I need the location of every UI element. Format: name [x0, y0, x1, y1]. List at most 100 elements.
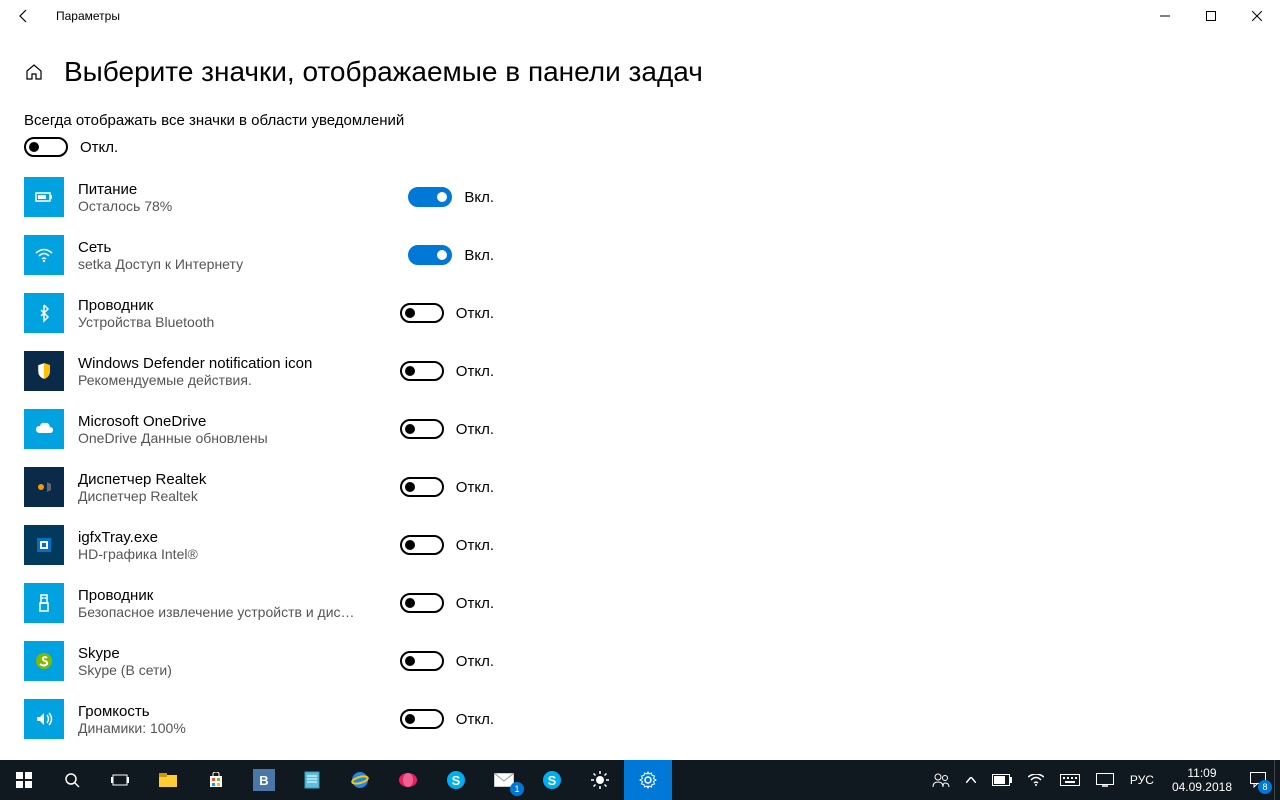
item-subtitle: OneDrive Данные обновлены: [78, 430, 358, 446]
item-title: Громкость: [78, 703, 400, 720]
item-title: Microsoft OneDrive: [78, 413, 400, 430]
tray-time: 11:09: [1172, 766, 1232, 780]
start-button[interactable]: [0, 760, 48, 800]
item-title: Диспетчер Realtek: [78, 471, 400, 488]
item-subtitle: Рекомендуемые действия.: [78, 372, 358, 388]
item-toggle[interactable]: [400, 477, 444, 497]
tray-language[interactable]: РУС: [1122, 760, 1162, 800]
brightness-button[interactable]: [576, 760, 624, 800]
item-toggle-wrap: Откл.: [400, 651, 494, 671]
item-subtitle: Skype (В сети): [78, 662, 358, 678]
usb-icon: [24, 583, 64, 623]
items-list: ПитаниеОсталось 78%Вкл.Сетьsetka Доступ …: [24, 177, 1256, 739]
item-subtitle: Безопасное извлечение устройств и дис…: [78, 604, 358, 620]
item-toggle[interactable]: [400, 709, 444, 729]
item-toggle[interactable]: [408, 187, 452, 207]
item-text-block: ПроводникУстройства Bluetooth: [78, 297, 400, 330]
svg-text:S: S: [452, 773, 461, 788]
page-title: Выберите значки, отображаемые в панели з…: [64, 56, 703, 88]
item-title: Windows Defender notification icon: [78, 355, 400, 372]
item-toggle-wrap: Откл.: [400, 361, 494, 381]
tray-battery-icon[interactable]: [984, 760, 1020, 800]
item-title: Проводник: [78, 587, 400, 604]
item-title: Проводник: [78, 297, 400, 314]
close-button[interactable]: [1234, 0, 1280, 32]
tray-clock[interactable]: 11:09 04.09.2018: [1162, 766, 1242, 795]
item-toggle-wrap: Откл.: [400, 593, 494, 613]
intel-icon: [24, 525, 64, 565]
explorer-button[interactable]: [144, 760, 192, 800]
item-text-block: SkypeSkype (В сети): [78, 645, 400, 678]
item-toggle-state: Откл.: [456, 363, 494, 380]
item-toggle-state: Откл.: [456, 537, 494, 554]
taskview-button[interactable]: [96, 760, 144, 800]
skype-icon: [24, 641, 64, 681]
page-header: Выберите значки, отображаемые в панели з…: [0, 32, 1280, 96]
home-icon[interactable]: [24, 62, 44, 82]
item-toggle[interactable]: [400, 419, 444, 439]
item-title: igfxTray.exe: [78, 529, 400, 546]
master-toggle-label: Всегда отображать все значки в области у…: [24, 112, 1256, 129]
browser-button[interactable]: [384, 760, 432, 800]
item-toggle-wrap: Откл.: [400, 477, 494, 497]
tray-wifi-icon[interactable]: [1020, 760, 1052, 800]
item-toggle[interactable]: [400, 593, 444, 613]
item-toggle-state: Откл.: [456, 711, 494, 728]
item-toggle[interactable]: [400, 361, 444, 381]
notification-icon-row: ПитаниеОсталось 78% Вкл.: [24, 177, 494, 217]
back-button[interactable]: [8, 0, 40, 32]
wifi-icon: [24, 235, 64, 275]
item-toggle-state: Вкл.: [464, 247, 494, 264]
skype-pinned-1[interactable]: S: [432, 760, 480, 800]
content-area: Всегда отображать все значки в области у…: [0, 96, 1280, 744]
notification-icon-row: ПроводникБезопасное извлечение устройств…: [24, 583, 494, 623]
tray-overflow-icon[interactable]: [958, 760, 984, 800]
vk-button[interactable]: B: [240, 760, 288, 800]
tray-action-center-icon[interactable]: 8: [1242, 760, 1274, 800]
master-toggle[interactable]: [24, 137, 68, 157]
maximize-button[interactable]: [1188, 0, 1234, 32]
item-text-block: igfxTray.exeHD-графика Intel®: [78, 529, 400, 562]
show-desktop-button[interactable]: [1274, 760, 1280, 800]
notification-icon-row: SkypeSkype (В сети) Откл.: [24, 641, 494, 681]
item-text-block: Сетьsetka Доступ к Интернету: [78, 239, 408, 272]
item-title: Питание: [78, 181, 408, 198]
tray-people-icon[interactable]: [924, 760, 958, 800]
notification-icon-row: Сетьsetka Доступ к Интернету Вкл.: [24, 235, 494, 275]
item-subtitle: Осталось 78%: [78, 198, 358, 214]
item-toggle-state: Откл.: [456, 653, 494, 670]
mail-badge: 1: [510, 782, 524, 796]
notepad-button[interactable]: [288, 760, 336, 800]
item-toggle-wrap: Откл.: [400, 535, 494, 555]
item-subtitle: Динамики: 100%: [78, 720, 358, 736]
tray-keyboard-icon[interactable]: [1052, 760, 1088, 800]
item-toggle-wrap: Откл.: [400, 303, 494, 323]
settings-button[interactable]: [624, 760, 672, 800]
taskbar: B S 1 S: [0, 760, 1280, 800]
tray-project-icon[interactable]: [1088, 760, 1122, 800]
item-subtitle: Устройства Bluetooth: [78, 314, 358, 330]
tray-date: 04.09.2018: [1172, 780, 1232, 794]
bluetooth-icon: [24, 293, 64, 333]
skype-pinned-2[interactable]: S: [528, 760, 576, 800]
item-toggle-state: Вкл.: [464, 189, 494, 206]
search-button[interactable]: [48, 760, 96, 800]
mail-button[interactable]: 1: [480, 760, 528, 800]
minimize-button[interactable]: [1142, 0, 1188, 32]
ie-button[interactable]: [336, 760, 384, 800]
window-title: Параметры: [56, 9, 120, 23]
system-tray: РУС 11:09 04.09.2018 8: [924, 760, 1280, 800]
item-toggle[interactable]: [400, 303, 444, 323]
item-toggle[interactable]: [400, 535, 444, 555]
item-toggle-wrap: Вкл.: [408, 187, 494, 207]
battery-icon: [24, 177, 64, 217]
item-text-block: ГромкостьДинамики: 100%: [78, 703, 400, 736]
store-button[interactable]: [192, 760, 240, 800]
svg-text:B: B: [259, 773, 268, 788]
item-toggle-state: Откл.: [456, 479, 494, 496]
notification-icon-row: Microsoft OneDriveOneDrive Данные обновл…: [24, 409, 494, 449]
item-toggle[interactable]: [408, 245, 452, 265]
notification-icon-row: ПроводникУстройства BluetoothОткл.: [24, 293, 494, 333]
notification-icon-row: igfxTray.exeHD-графика Intel® Откл.: [24, 525, 494, 565]
item-toggle[interactable]: [400, 651, 444, 671]
